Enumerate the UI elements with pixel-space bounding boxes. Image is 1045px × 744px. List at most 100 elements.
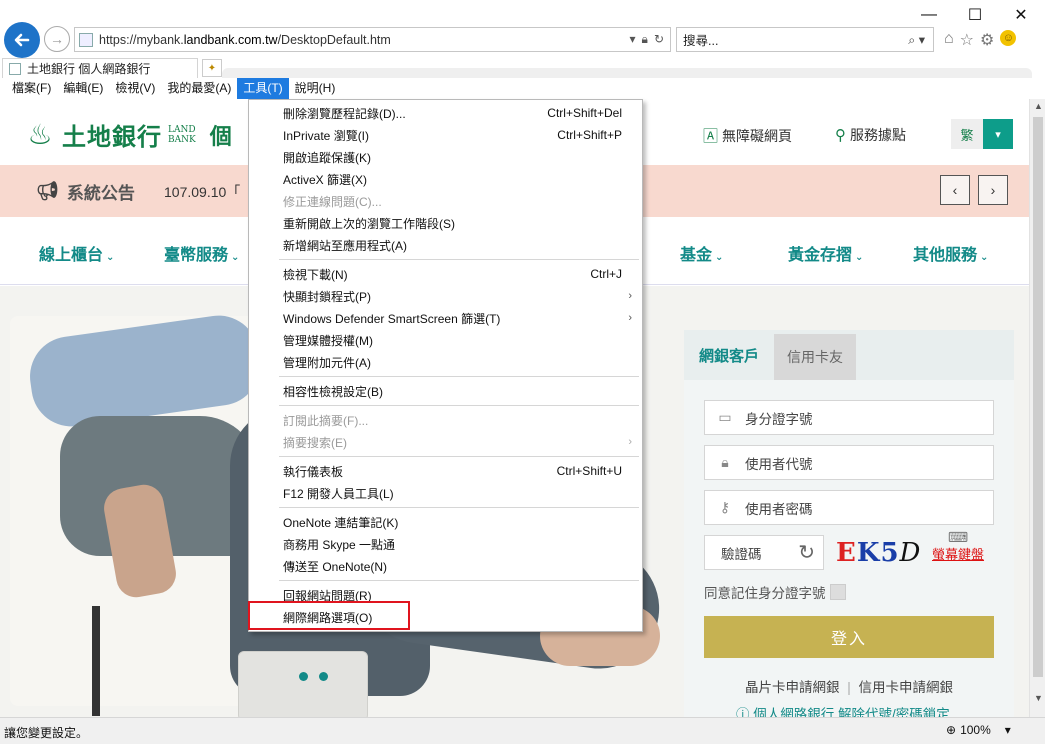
refresh-captcha-icon[interactable]: ↻ bbox=[798, 540, 815, 565]
id-number-input[interactable]: ▭ 身分證字號 bbox=[704, 400, 994, 435]
chevron-down-icon: ⌄ bbox=[231, 252, 240, 263]
menu-item-tracking-protection[interactable]: 開啟追蹤保護(K) bbox=[249, 146, 642, 168]
home-icon[interactable]: ⌂ bbox=[944, 30, 954, 50]
back-button[interactable] bbox=[4, 22, 40, 58]
menu-item-skype-business[interactable]: 商務用 Skype 一點通 bbox=[249, 533, 642, 555]
new-tab-button[interactable]: ✦ bbox=[202, 59, 222, 77]
captcha-image: E K 5 D bbox=[836, 538, 922, 568]
nav-item-counter[interactable]: 線上櫃台 ⌄ bbox=[39, 241, 114, 265]
menu-item-reopen-session[interactable]: 重新開啟上次的瀏覽工作階段(S) bbox=[249, 212, 642, 234]
login-panel: 網銀客戶 信用卡友 ▭ 身分證字號 🔒︎ 使用者代號 ⚷ 使用者密碼 驗證碼 ↻… bbox=[684, 330, 1014, 717]
menu-item-media-licenses[interactable]: 管理媒體授權(M) bbox=[249, 329, 642, 351]
search-input[interactable]: 搜尋... ⌕ ▾ bbox=[676, 27, 934, 52]
remember-id[interactable]: 同意記住身分證字號 bbox=[704, 582, 846, 602]
address-bar[interactable]: https://mybank.landbank.com.tw/DesktopDe… bbox=[74, 27, 671, 52]
scroll-up-icon[interactable]: ▲ bbox=[1034, 101, 1043, 111]
menu-edit[interactable]: 編輯(E) bbox=[57, 78, 109, 99]
map-pin-icon: ⚲ bbox=[835, 127, 846, 144]
screen-keyboard-link[interactable]: ⌨ 螢幕鍵盤 bbox=[932, 530, 984, 563]
accessibility-icon: 🄰 bbox=[703, 128, 719, 145]
nav-item-funds[interactable]: 基金 ⌄ bbox=[680, 241, 723, 265]
password-input[interactable]: ⚷ 使用者密碼 bbox=[704, 490, 994, 525]
menu-item-popup-blocker[interactable]: 快顯封鎖程式(P) › bbox=[249, 285, 642, 307]
menu-separator bbox=[279, 405, 639, 406]
announcement-next-button[interactable]: › bbox=[978, 175, 1008, 205]
refresh-icon[interactable]: ↻ bbox=[654, 32, 664, 47]
bank-logo[interactable]: ♨ 土地銀行 LAND BANK 個 bbox=[22, 117, 232, 152]
chip-card-apply-link[interactable]: 晶片卡申請網銀 bbox=[745, 680, 840, 695]
chevron-down-icon[interactable]: ▾ bbox=[1005, 723, 1011, 737]
brand-name: 土地銀行 bbox=[62, 122, 162, 151]
login-button[interactable]: 登入 bbox=[704, 616, 994, 658]
scroll-thumb[interactable] bbox=[1033, 117, 1043, 677]
search-icon[interactable]: ⌕ ▾ bbox=[908, 32, 925, 48]
announcement-title: 📢︎ 系統公告 bbox=[36, 181, 135, 203]
announcement-text[interactable]: 107.09.10「 bbox=[164, 182, 240, 202]
menu-help[interactable]: 說明(H) bbox=[289, 78, 342, 99]
menu-separator bbox=[279, 456, 639, 457]
menu-item-compatibility-view[interactable]: 相容性檢視設定(B) bbox=[249, 380, 642, 402]
feedback-smiley-icon[interactable]: ☺ bbox=[1000, 30, 1017, 46]
vertical-scrollbar[interactable]: ▲ ▼ bbox=[1029, 99, 1045, 717]
locations-link[interactable]: ⚲ 服務據點 bbox=[835, 125, 906, 145]
announcement-prev-button[interactable]: ‹ bbox=[940, 175, 970, 205]
favorites-star-icon[interactable]: ☆ bbox=[960, 30, 974, 50]
keyboard-icon: ⌨ bbox=[947, 529, 969, 545]
window-titlebar: — ☐ ✕ bbox=[0, 0, 1045, 24]
apply-links: 晶片卡申請網銀 | 信用卡申請網銀 bbox=[744, 680, 954, 695]
forward-button[interactable]: → bbox=[44, 26, 70, 52]
menu-item-send-to-onenote[interactable]: 傳送至 OneNote(N) bbox=[249, 555, 642, 577]
nav-item-gold[interactable]: 黃金存摺 ⌄ bbox=[788, 241, 863, 265]
nav-item-other[interactable]: 其他服務 ⌄ bbox=[913, 241, 988, 265]
menu-item-view-downloads[interactable]: 檢視下載(N) Ctrl+J bbox=[249, 263, 642, 285]
tools-menu: 刪除瀏覽歷程記錄(D)... Ctrl+Shift+Del InPrivate 瀏… bbox=[248, 99, 643, 632]
menu-file[interactable]: 檔案(F) bbox=[6, 78, 57, 99]
tab-title: 土地銀行 個人網路銀行 bbox=[27, 62, 151, 76]
chevron-down-icon[interactable]: ▾ bbox=[983, 119, 1013, 149]
brand-english: LAND BANK bbox=[168, 124, 196, 145]
chevron-right-icon: › bbox=[628, 436, 632, 448]
menu-favorites[interactable]: 我的最愛(A) bbox=[161, 78, 237, 99]
tab-credit-card[interactable]: 信用卡友 bbox=[774, 334, 856, 380]
megaphone-icon: 📢︎ bbox=[36, 181, 59, 201]
captcha-input[interactable]: 驗證碼 ↻ bbox=[704, 535, 824, 570]
menu-item-add-site-to-apps[interactable]: 新增網站至應用程式(A) bbox=[249, 234, 642, 256]
menu-item-dashboard[interactable]: 執行儀表板 Ctrl+Shift+U bbox=[249, 460, 642, 482]
menu-item-manage-addons[interactable]: 管理附加元件(A) bbox=[249, 351, 642, 373]
menu-tools[interactable]: 工具(T) bbox=[237, 78, 289, 99]
menu-item-activex-filtering[interactable]: ActiveX 篩選(X) bbox=[249, 168, 642, 190]
settings-gear-icon[interactable]: ⚙ bbox=[980, 30, 994, 50]
carousel-dot[interactable] bbox=[319, 672, 328, 681]
carousel-dot[interactable] bbox=[299, 672, 308, 681]
chevron-down-icon: ⌄ bbox=[855, 252, 864, 263]
credit-card-apply-link[interactable]: 信用卡申請網銀 bbox=[859, 680, 954, 695]
chevron-down-icon: ⌄ bbox=[106, 252, 115, 263]
accessibility-link[interactable]: 🄰 無障礙網頁 bbox=[703, 125, 792, 146]
menu-item-onenote-linked-notes[interactable]: OneNote 連結筆記(K) bbox=[249, 511, 642, 533]
zoom-icon: ⊕ bbox=[946, 723, 957, 737]
scroll-down-icon[interactable]: ▼ bbox=[1034, 693, 1043, 703]
user-code-input[interactable]: 🔒︎ 使用者代號 bbox=[704, 445, 994, 480]
menu-view[interactable]: 檢視(V) bbox=[109, 78, 161, 99]
landbank-mark-icon: ♨ bbox=[27, 118, 53, 150]
lock-icon[interactable]: 🔒︎ bbox=[642, 32, 648, 47]
menu-item-f12-devtools[interactable]: F12 開發人員工具(L) bbox=[249, 482, 642, 504]
unlock-help-link[interactable]: ⓘ 個人網路銀行 解除代號/密碼鎖定 bbox=[736, 703, 950, 717]
lock-icon: 🔒︎ bbox=[721, 454, 729, 470]
page-favicon-icon bbox=[79, 32, 93, 47]
chevron-down-icon: ⌄ bbox=[980, 252, 989, 263]
tab-bank-customer[interactable]: 網銀客戶 bbox=[684, 330, 774, 380]
nav-item-twd[interactable]: 臺幣服務 ⌄ bbox=[164, 241, 239, 265]
tab-strip: 土地銀行 個人網路銀行 ✦ bbox=[0, 58, 1045, 78]
browser-tab[interactable]: 土地銀行 個人網路銀行 bbox=[2, 58, 198, 78]
hero-sofa-leg bbox=[92, 606, 100, 716]
menu-item-smartscreen[interactable]: Windows Defender SmartScreen 篩選(T) › bbox=[249, 307, 642, 329]
dropdown-icon[interactable]: ▾ bbox=[630, 32, 636, 47]
brand-suffix: 個 bbox=[209, 123, 232, 149]
remember-checkbox[interactable] bbox=[829, 584, 846, 600]
url-text[interactable]: https://mybank.landbank.com.tw/DesktopDe… bbox=[99, 33, 630, 47]
language-select[interactable]: 繁 ▾ bbox=[951, 119, 1013, 149]
menu-item-delete-history[interactable]: 刪除瀏覽歷程記錄(D)... Ctrl+Shift+Del bbox=[249, 102, 642, 124]
menu-item-inprivate[interactable]: InPrivate 瀏覽(I) Ctrl+Shift+P bbox=[249, 124, 642, 146]
zoom-control[interactable]: ⊕ 100% ▾ bbox=[946, 723, 1011, 737]
